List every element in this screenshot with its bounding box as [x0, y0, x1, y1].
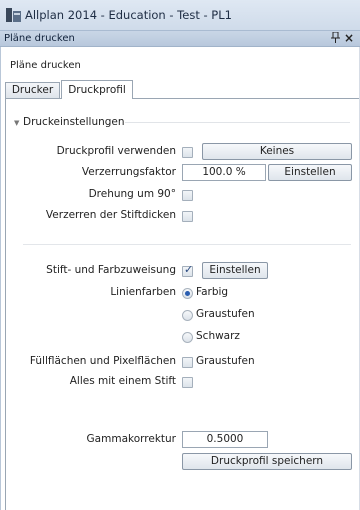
title-bar: Allplan 2014 - Education - Test - PL1 — [0, 0, 360, 30]
close-icon[interactable]: × — [344, 31, 354, 45]
group-divider — [125, 122, 350, 123]
gamma-label: Gammakorrektur — [86, 433, 176, 445]
line-colors-label: Linienfarben — [110, 286, 176, 298]
profile-select-button[interactable]: Keines — [202, 143, 352, 160]
use-profile-label: Druckprofil verwenden — [56, 145, 176, 157]
allplan-logo-icon — [6, 8, 21, 22]
pen-color-label: Stift- und Farbzuweisung — [46, 264, 176, 276]
fill-areas-checkbox[interactable] — [182, 357, 193, 368]
radio-graustufen[interactable] — [182, 310, 193, 321]
gamma-field[interactable]: 0.5000 — [182, 431, 268, 448]
radio-farbig-label: Farbig — [196, 286, 229, 298]
tab-druckprofil[interactable]: Druckprofil — [61, 80, 133, 99]
rotate-checkbox[interactable] — [182, 190, 193, 201]
save-profile-button[interactable]: Druckprofil speichern — [182, 453, 352, 470]
pin-glyph — [331, 31, 340, 43]
distortion-field[interactable]: 100.0 % — [182, 164, 266, 181]
one-pen-checkbox[interactable] — [182, 377, 193, 388]
panel-header: Pläne drucken × — [0, 30, 360, 47]
panel-border-left — [0, 47, 1, 510]
group-title: Druckeinstellungen — [23, 116, 125, 128]
section-label: Pläne drucken — [10, 60, 81, 71]
radio-schwarz[interactable] — [182, 332, 193, 343]
pen-color-set-button[interactable]: Einstellen — [202, 262, 268, 279]
radio-schwarz-label: Schwarz — [196, 330, 240, 342]
window-title: Allplan 2014 - Education - Test - PL1 — [25, 8, 232, 22]
fill-areas-checkbox-label: Graustufen — [196, 355, 255, 367]
rotate-label: Drehung um 90° — [88, 188, 176, 200]
window: Allplan 2014 - Education - Test - PL1 Pl… — [0, 0, 360, 510]
one-pen-label: Alles mit einem Stift — [69, 375, 176, 387]
distortion-set-button[interactable]: Einstellen — [268, 164, 352, 181]
radio-graustufen-label: Graustufen — [196, 308, 255, 320]
panel-title: Pläne drucken — [4, 33, 75, 44]
pen-color-checkbox[interactable] — [182, 263, 193, 277]
fill-areas-label: Füllflächen und Pixelflächen — [29, 355, 176, 367]
tab-drucker[interactable]: Drucker — [5, 82, 60, 99]
use-profile-checkbox[interactable] — [182, 147, 193, 158]
pin-icon[interactable] — [331, 31, 340, 46]
radio-farbig[interactable] — [182, 288, 193, 299]
section-divider — [23, 244, 351, 245]
collapse-chevron-icon[interactable]: ▼ — [14, 119, 19, 127]
distortion-label: Verzerrungsfaktor — [81, 166, 176, 178]
pen-distort-checkbox[interactable] — [182, 211, 193, 222]
pen-distort-label: Verzerren der Stiftdicken — [45, 209, 176, 221]
